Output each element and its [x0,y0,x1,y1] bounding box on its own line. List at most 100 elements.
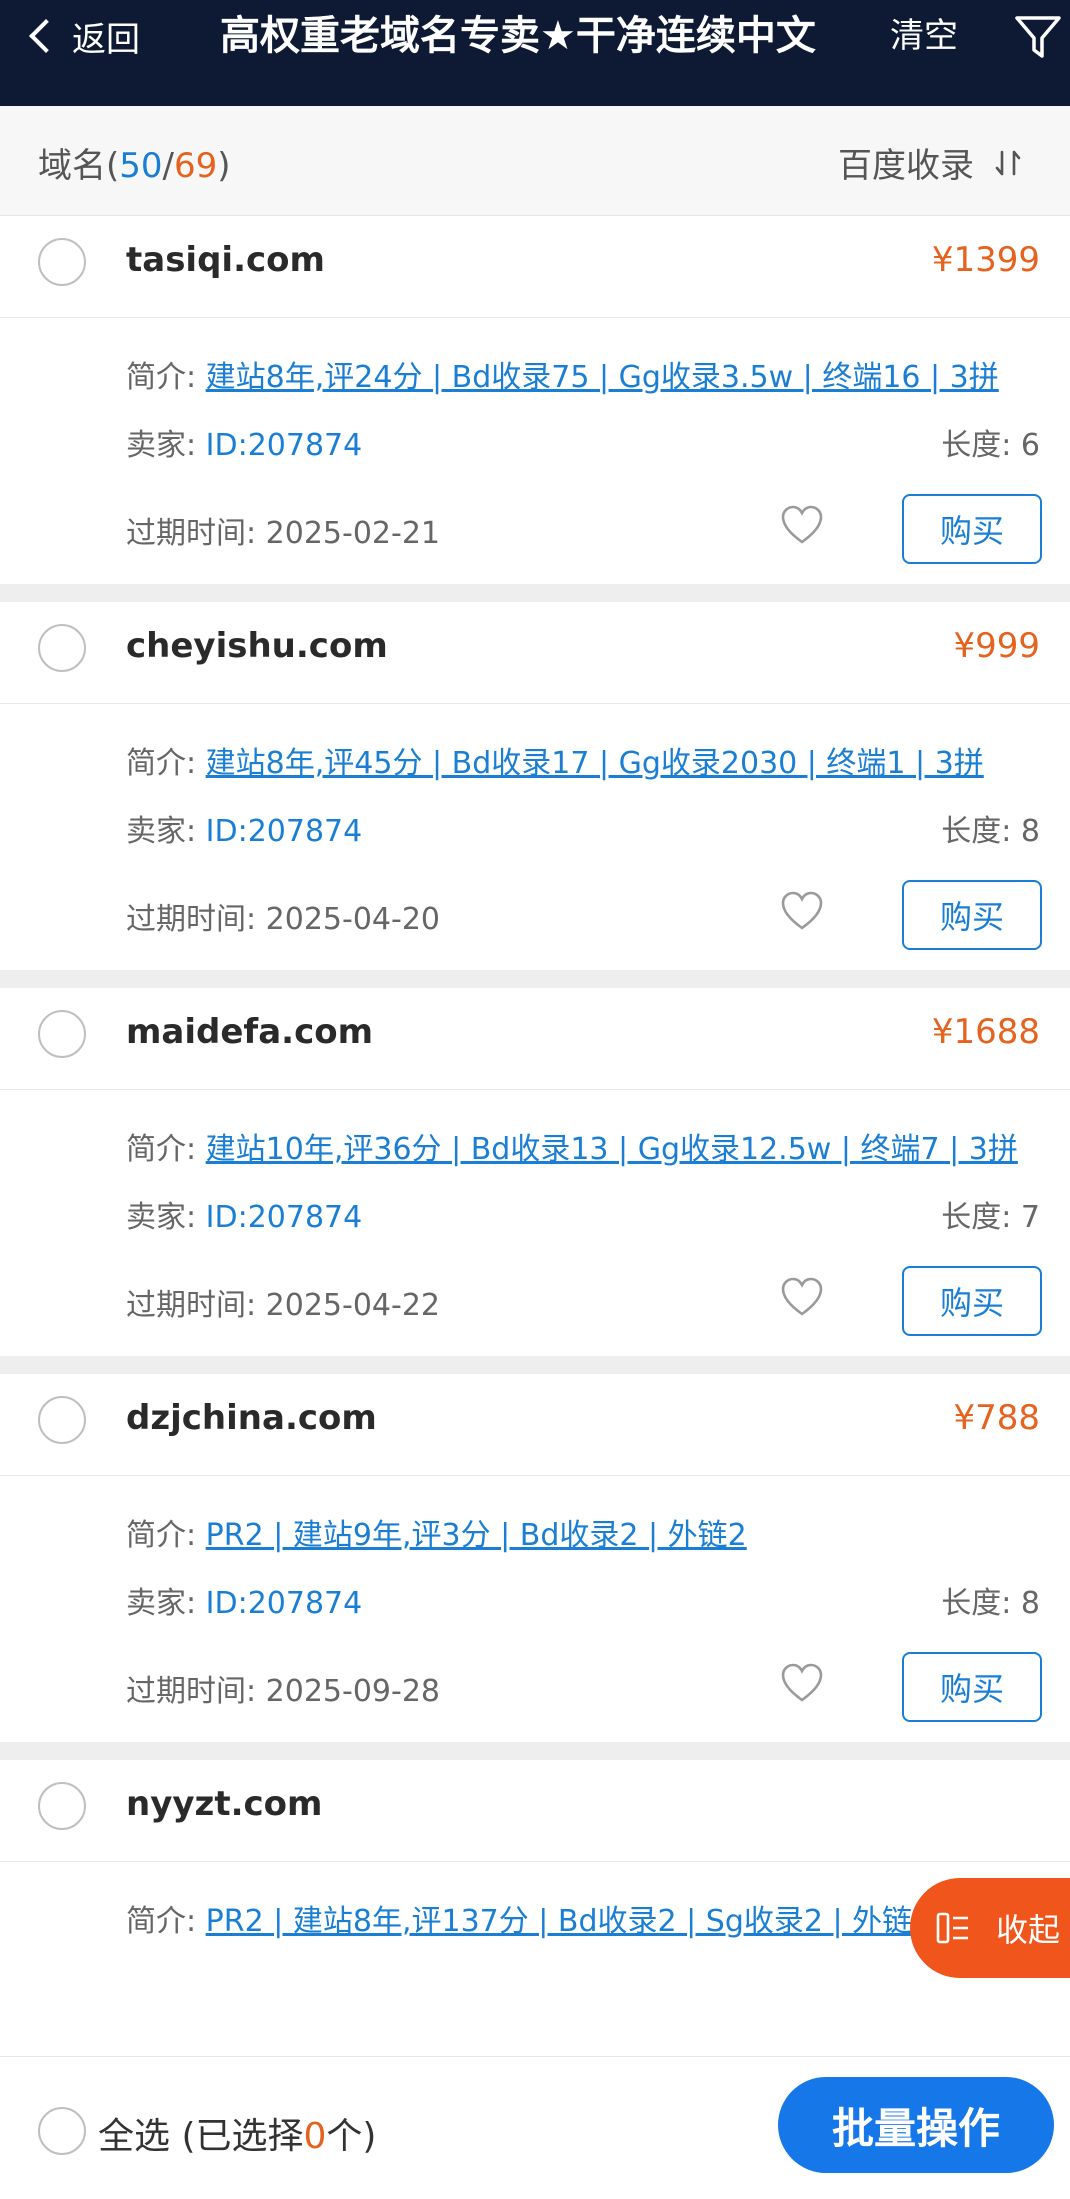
domain-list: tasiqi.com ¥1399 简介: 建站8年,评24分 | Bd收录75 … [0,216,1070,1962]
intro-link[interactable]: 建站8年,评45分 | Bd收录17 | Gg收录2030 | 终端1 | 3拼 [206,746,984,781]
domain-price: ¥999 [953,626,1040,666]
intro-label: 简介: [126,1904,197,1939]
card-divider [0,1742,1070,1760]
select-radio[interactable] [38,1010,86,1058]
domain-card-body: 简介: 建站8年,评45分 | Bd收录17 | Gg收录2030 | 终端1 … [0,704,1070,970]
intro-link[interactable]: PR2 | 建站9年,评3分 | Bd收录2 | 外链2 [206,1518,747,1553]
back-button[interactable]: 返回 [24,10,140,62]
intro-link[interactable]: 建站8年,评24分 | Bd收录75 | Gg收录3.5w | 终端16 | 3… [206,360,999,395]
select-radio[interactable] [38,1782,86,1830]
domain-card: cheyishu.com ¥999 简介: 建站8年,评45分 | Bd收录17… [0,602,1070,970]
heart-icon[interactable] [780,890,824,932]
domain-card-body: 简介: PR2 | 建站8年,评137分 | Bd收录2 | Sg收录2 | 外… [0,1862,1070,1962]
intro-label: 简介: [126,1518,197,1553]
expire-value: 2025-04-20 [265,902,441,937]
buy-button[interactable]: 购买 [902,1652,1042,1722]
clear-button[interactable]: 清空 [890,10,958,62]
seller-label: 卖家: [126,428,197,463]
expire-row: 过期时间: 2025-04-20 [126,894,440,938]
buy-button[interactable]: 购买 [902,1266,1042,1336]
sort-arrows-icon [995,150,1021,175]
seller-link[interactable]: ID:207874 [206,814,363,849]
card-divider [0,1356,1070,1374]
domain-card-header: dzjchina.com ¥788 [0,1374,1070,1476]
card-divider [0,584,1070,602]
expire-value: 2025-04-22 [265,1288,441,1323]
length-value: 7 [1020,1200,1040,1235]
seller-link[interactable]: ID:207874 [206,1586,363,1621]
collapse-button[interactable]: 收起 [910,1878,1070,1978]
intro-row: 简介: PR2 | 建站9年,评3分 | Bd收录2 | 外链2 [126,1510,747,1554]
page-title: 高权重老域名专卖★干净连续中文 [220,13,816,59]
length-label: 长度: [941,1586,1012,1621]
collapse-label: 收起 [996,1911,1061,1949]
domain-card-body: 简介: 建站10年,评36分 | Bd收录13 | Gg收录12.5w | 终端… [0,1090,1070,1356]
domain-card-header: maidefa.com ¥1688 [0,988,1070,1090]
intro-row: 简介: 建站8年,评24分 | Bd收录75 | Gg收录3.5w | 终端16… [126,352,999,396]
heart-icon[interactable] [780,504,824,546]
select-radio[interactable] [38,624,86,672]
seller-row: 卖家: ID:207874 [126,1192,362,1236]
select-all-prefix: 全选 (已选择 [98,2116,304,2157]
domain-name: dzjchina.com [126,1398,377,1438]
expire-label: 过期时间: [126,902,257,937]
seller-row: 卖家: ID:207874 [126,806,362,850]
expire-row: 过期时间: 2025-09-28 [126,1666,440,1710]
seller-link[interactable]: ID:207874 [206,1200,363,1235]
intro-label: 简介: [126,360,197,395]
back-label: 返回 [72,19,140,60]
count-total: 69 [174,146,218,186]
heart-icon[interactable] [780,1662,824,1704]
length-value: 6 [1020,428,1040,463]
domain-name: nyyzt.com [126,1784,323,1824]
length-row: 长度: 6 [941,420,1040,464]
select-all-radio[interactable] [38,2107,86,2155]
intro-row: 简介: PR2 | 建站8年,评137分 | Bd收录2 | Sg收录2 | 外… [126,1896,1040,1940]
count-prefix: 域名( [38,146,120,186]
batch-operation-button[interactable]: 批量操作 [778,2077,1054,2173]
sort-baidu-index-button[interactable]: 百度收录 [838,138,1022,187]
length-row: 长度: 8 [941,1578,1040,1622]
domain-card-body: 简介: PR2 | 建站9年,评3分 | Bd收录2 | 外链2 卖家: ID:… [0,1476,1070,1742]
seller-link[interactable]: ID:207874 [206,428,363,463]
chevron-left-icon [29,19,63,53]
expire-row: 过期时间: 2025-04-22 [126,1280,440,1324]
bottom-action-bar: 全选 (已选择0个) 批量操作 [0,2056,1070,2199]
seller-label: 卖家: [126,814,197,849]
domain-card-header: cheyishu.com ¥999 [0,602,1070,704]
seller-label: 卖家: [126,1586,197,1621]
buy-button[interactable]: 购买 [902,880,1042,950]
select-all-label[interactable]: 全选 (已选择0个) [98,2107,376,2159]
select-radio[interactable] [38,1396,86,1444]
domain-name: maidefa.com [126,1012,374,1052]
sort-bar: 域名(50/69) 百度收录 [0,106,1070,216]
heart-icon[interactable] [780,1276,824,1318]
expire-row: 过期时间: 2025-02-21 [126,508,440,552]
length-value: 8 [1020,1586,1040,1621]
length-label: 长度: [941,428,1012,463]
domain-count: 域名(50/69) [38,138,231,187]
length-label: 长度: [941,814,1012,849]
length-row: 长度: 8 [941,806,1040,850]
intro-link[interactable]: 建站10年,评36分 | Bd收录13 | Gg收录12.5w | 终端7 | … [206,1132,1018,1167]
seller-row: 卖家: ID:207874 [126,1578,362,1622]
filter-icon[interactable] [1014,14,1062,60]
intro-label: 简介: [126,1132,197,1167]
top-navigation-bar: 返回 高权重老域名专卖★干净连续中文 清空 [0,0,1070,106]
intro-row: 简介: 建站8年,评45分 | Bd收录17 | Gg收录2030 | 终端1 … [126,738,984,782]
domain-card: maidefa.com ¥1688 简介: 建站10年,评36分 | Bd收录1… [0,988,1070,1356]
expire-label: 过期时间: [126,516,257,551]
count-suffix: ) [217,146,231,186]
list-menu-icon [936,1912,968,1944]
app-root: 返回 高权重老域名专卖★干净连续中文 清空 域名(50/69) 百度收录 tas… [0,0,1070,2199]
domain-price: ¥1688 [931,1012,1040,1052]
domain-name: cheyishu.com [126,626,388,666]
sort-label: 百度收录 [838,146,974,186]
expire-value: 2025-02-21 [265,516,441,551]
domain-card: dzjchina.com ¥788 简介: PR2 | 建站9年,评3分 | B… [0,1374,1070,1742]
expire-value: 2025-09-28 [265,1674,441,1709]
count-separator: / [162,146,174,186]
select-radio[interactable] [38,238,86,286]
buy-button[interactable]: 购买 [902,494,1042,564]
length-label: 长度: [941,1200,1012,1235]
